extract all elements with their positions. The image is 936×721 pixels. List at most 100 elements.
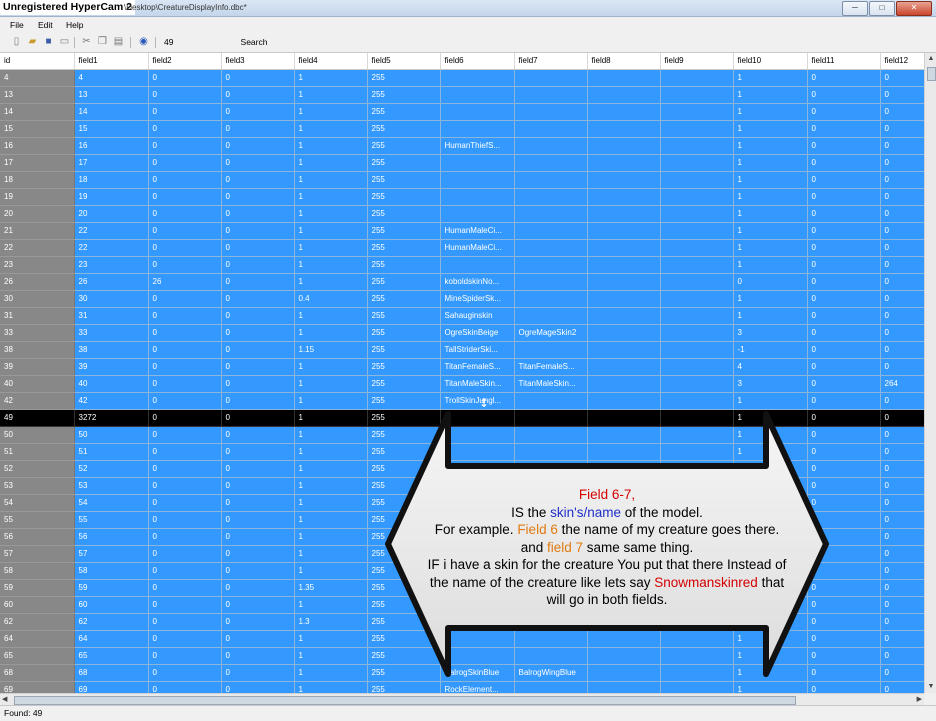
cell-field3[interactable]: 0 [221, 103, 295, 121]
cell-field12[interactable]: 0 [880, 171, 924, 189]
cell-field3[interactable]: 0 [221, 460, 295, 478]
cell-field3[interactable]: 0 [221, 426, 295, 444]
cell-field3[interactable]: 0 [221, 290, 295, 308]
cell-field10[interactable]: 1 [733, 290, 808, 308]
minimize-button[interactable]: ─ [842, 1, 868, 16]
cell-id[interactable]: 38 [0, 341, 75, 359]
cell-field11[interactable]: 0 [807, 103, 881, 121]
cell-field5[interactable]: 255 [367, 69, 441, 87]
cell-field12[interactable]: 0 [880, 137, 924, 155]
cell-field1[interactable]: 39 [74, 358, 149, 376]
cell-field2[interactable]: 0 [148, 392, 222, 410]
cell-field7[interactable] [514, 120, 588, 138]
table-row[interactable]: 38 38 0 0 1.15 255 TallStriderSki... -1 0 0 [0, 341, 924, 359]
column-header-field8[interactable]: field8 [587, 53, 661, 70]
open-folder-icon[interactable]: ▰ [26, 36, 39, 48]
cell-field3[interactable]: 0 [221, 375, 295, 393]
cell-field2[interactable]: 0 [148, 579, 222, 597]
cell-field1[interactable]: 54 [74, 494, 149, 512]
cell-field7[interactable]: OgreMageSkin2 [514, 324, 588, 342]
cell-field12[interactable]: 0 [880, 324, 924, 342]
cell-field7[interactable] [514, 273, 588, 291]
cell-field1[interactable]: 30 [74, 290, 149, 308]
cell-field12[interactable]: 0 [880, 256, 924, 274]
cell-field10[interactable]: 1 [733, 103, 808, 121]
column-header-field1[interactable]: field1 [74, 53, 149, 70]
cell-field4[interactable]: 1 [294, 154, 368, 172]
vertical-scrollbar[interactable]: ▲ ▼ [924, 53, 936, 693]
cell-field3[interactable]: 0 [221, 681, 295, 693]
cell-field7[interactable] [514, 188, 588, 206]
cell-field1[interactable]: 58 [74, 562, 149, 580]
cell-field3[interactable]: 0 [221, 477, 295, 495]
close-button[interactable]: ✕ [896, 1, 932, 16]
cell-field11[interactable]: 0 [807, 188, 881, 206]
cell-field12[interactable]: 0 [880, 426, 924, 444]
table-row[interactable]: 26 26 26 0 1 255 koboldskinNo... 0 0 0 [0, 273, 924, 291]
cell-field4[interactable]: 1 [294, 324, 368, 342]
cell-id[interactable]: 58 [0, 562, 75, 580]
cell-field12[interactable]: 0 [880, 239, 924, 257]
cell-field11[interactable]: 0 [807, 290, 881, 308]
cell-id[interactable]: 68 [0, 664, 75, 682]
cell-field12[interactable]: 0 [880, 222, 924, 240]
cell-field3[interactable]: 0 [221, 579, 295, 597]
cell-field10[interactable]: 1 [733, 239, 808, 257]
cell-field12[interactable]: 0 [880, 120, 924, 138]
cell-field5[interactable]: 255 [367, 324, 441, 342]
cell-field8[interactable] [587, 256, 661, 274]
cell-field3[interactable]: 0 [221, 273, 295, 291]
search-button[interactable]: Search [238, 36, 270, 49]
cell-field2[interactable]: 0 [148, 647, 222, 665]
cell-field2[interactable]: 0 [148, 528, 222, 546]
cell-field4[interactable]: 1 [294, 137, 368, 155]
column-header-field2[interactable]: field2 [148, 53, 222, 70]
cell-field4[interactable]: 1 [294, 528, 368, 546]
table-row[interactable]: 69 69 0 0 1 255 RockElement... 1 0 0 [0, 681, 924, 693]
cell-field1[interactable]: 64 [74, 630, 149, 648]
cell-field5[interactable]: 255 [367, 86, 441, 104]
cell-field1[interactable]: 31 [74, 307, 149, 325]
cell-field11[interactable]: 0 [807, 375, 881, 393]
cell-field10[interactable]: 1 [733, 188, 808, 206]
cell-field8[interactable] [587, 324, 661, 342]
cell-field8[interactable] [587, 222, 661, 240]
cell-id[interactable]: 14 [0, 103, 75, 121]
cell-field3[interactable]: 0 [221, 392, 295, 410]
cell-id[interactable]: 52 [0, 460, 75, 478]
cell-field5[interactable]: 255 [367, 290, 441, 308]
cell-field8[interactable] [587, 103, 661, 121]
cell-field1[interactable]: 50 [74, 426, 149, 444]
cell-field12[interactable]: 0 [880, 545, 924, 563]
cell-field2[interactable]: 26 [148, 273, 222, 291]
column-header-field10[interactable]: field10 [733, 53, 808, 70]
cell-field4[interactable]: 1 [294, 222, 368, 240]
cell-field6[interactable] [440, 256, 515, 274]
cell-field2[interactable]: 0 [148, 409, 222, 427]
cell-field6[interactable]: TrollSkinJungl... [440, 392, 515, 410]
cell-field12[interactable]: 0 [880, 477, 924, 495]
cell-field7[interactable] [514, 256, 588, 274]
cell-field3[interactable]: 0 [221, 205, 295, 223]
cell-field6[interactable] [440, 171, 515, 189]
cell-id[interactable]: 60 [0, 596, 75, 614]
cell-field3[interactable]: 0 [221, 324, 295, 342]
cell-field11[interactable]: 0 [807, 256, 881, 274]
cell-field7[interactable] [514, 307, 588, 325]
column-header-id[interactable]: id [0, 53, 75, 70]
cell-id[interactable]: 55 [0, 511, 75, 529]
cell-field12[interactable]: 0 [880, 613, 924, 631]
cell-field3[interactable]: 0 [221, 443, 295, 461]
cell-field12[interactable]: 0 [880, 664, 924, 682]
cell-field4[interactable]: 1 [294, 494, 368, 512]
cell-field7[interactable] [514, 392, 588, 410]
paste-icon[interactable]: ▤ [112, 36, 125, 48]
cell-field12[interactable]: 0 [880, 494, 924, 512]
cell-field1[interactable]: 22 [74, 222, 149, 240]
cell-field7[interactable] [514, 341, 588, 359]
cell-field1[interactable]: 56 [74, 528, 149, 546]
cell-field6[interactable] [440, 69, 515, 87]
cell-field1[interactable]: 3272 [74, 409, 149, 427]
cell-field4[interactable]: 1 [294, 477, 368, 495]
cell-field4[interactable]: 0.4 [294, 290, 368, 308]
